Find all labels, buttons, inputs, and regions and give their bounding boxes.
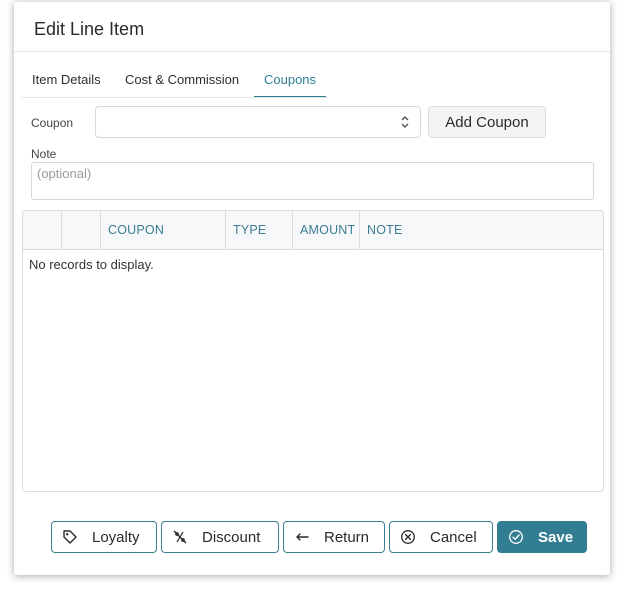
cancel-button[interactable]: Cancel <box>389 521 493 553</box>
grid-header-cell <box>23 211 61 249</box>
grid-header: COUPON TYPE AMOUNT NOTE <box>23 211 603 250</box>
tab-item-details[interactable]: Item Details <box>22 64 111 96</box>
chevron-updown-icon <box>401 116 409 128</box>
add-coupon-button[interactable]: Add Coupon <box>428 106 546 138</box>
no-discount-icon <box>172 529 188 545</box>
loyalty-label: Loyalty <box>92 528 140 546</box>
return-button[interactable]: Return <box>283 521 385 553</box>
edit-line-item-dialog: Edit Line Item Item Details Cost & Commi… <box>14 2 610 575</box>
loyalty-button[interactable]: Loyalty <box>51 521 157 553</box>
coupons-grid: COUPON TYPE AMOUNT NOTE No records to di… <box>22 210 604 492</box>
coupon-select[interactable] <box>95 106 421 138</box>
note-label: Note <box>31 147 57 161</box>
note-input[interactable] <box>31 162 594 200</box>
check-circle-icon <box>508 529 524 545</box>
tabs-divider <box>22 97 328 98</box>
cancel-label: Cancel <box>430 528 477 546</box>
coupon-label: Coupon <box>31 116 74 130</box>
grid-header-cell <box>61 211 100 249</box>
tag-icon <box>62 529 78 545</box>
save-button[interactable]: Save <box>497 521 587 553</box>
grid-header-note[interactable]: NOTE <box>359 211 603 249</box>
tab-coupons[interactable]: Coupons <box>254 64 327 97</box>
return-label: Return <box>324 528 370 546</box>
discount-button[interactable]: Discount <box>161 521 279 553</box>
grid-header-amount[interactable]: AMOUNT <box>292 211 359 249</box>
discount-label: Discount <box>202 528 261 546</box>
grid-header-coupon[interactable]: COUPON <box>100 211 225 249</box>
title-divider <box>14 51 610 52</box>
tab-bar: Item Details Cost & Commission Coupons <box>22 64 610 98</box>
dialog-title: Edit Line Item <box>34 19 145 39</box>
close-circle-icon <box>400 529 416 545</box>
empty-grid-message: No records to display. <box>29 257 154 272</box>
return-arrow-icon <box>294 529 310 545</box>
grid-header-type[interactable]: TYPE <box>225 211 292 249</box>
tab-cost-commission[interactable]: Cost & Commission <box>115 64 249 96</box>
save-label: Save <box>538 528 574 546</box>
